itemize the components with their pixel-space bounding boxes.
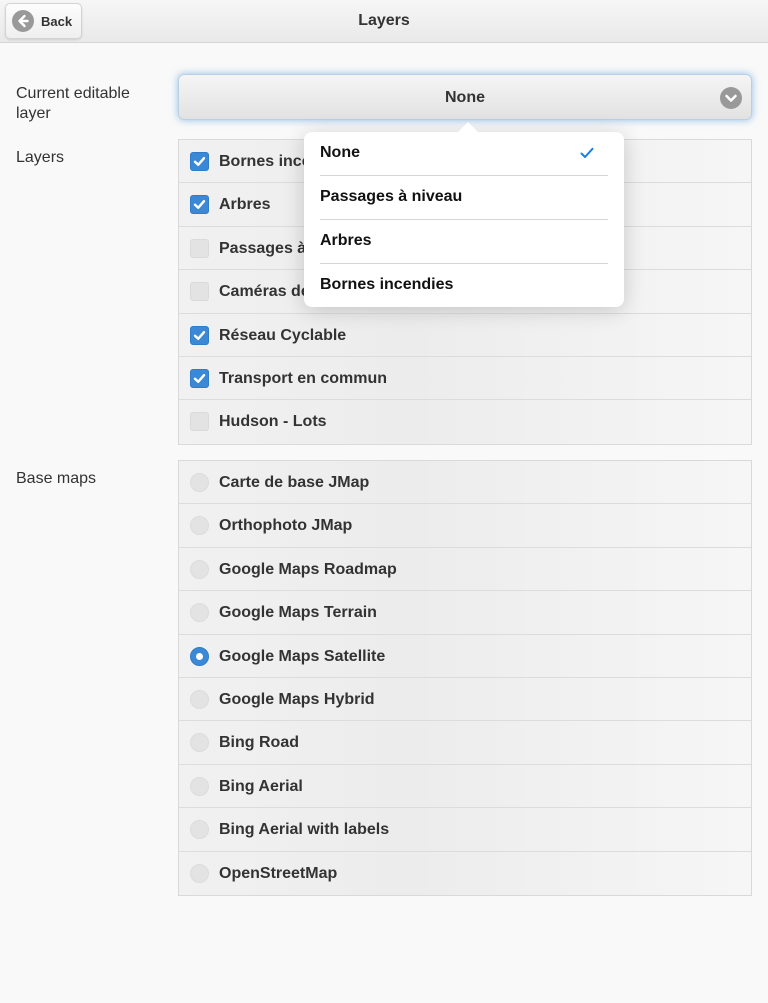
base-map-row[interactable]: Google Maps Roadmap	[179, 547, 751, 592]
select-option-label: Arbres	[320, 232, 372, 249]
base-map-label: Orthophoto JMap	[219, 517, 353, 535]
layer-label: Réseau Cyclable	[219, 326, 347, 344]
layer-label: Transport en commun	[219, 369, 388, 387]
base-map-label: Bing Aerial with labels	[219, 821, 390, 839]
layer-row[interactable]: Transport en commun	[179, 356, 751, 401]
select-option[interactable]: Arbres	[320, 220, 608, 264]
layer-checkbox[interactable]	[190, 282, 209, 302]
base-map-label: OpenStreetMap	[219, 864, 338, 882]
base-map-radio[interactable]	[190, 733, 209, 753]
base-map-label: Bing Road	[219, 734, 299, 752]
base-map-label: Google Maps Hybrid	[219, 690, 375, 708]
base-map-row[interactable]: Orthophoto JMap	[179, 504, 751, 548]
base-map-row[interactable]: Bing Road	[179, 721, 751, 765]
base-map-radio[interactable]	[190, 559, 209, 579]
base-map-label: Google Maps Satellite	[219, 647, 386, 665]
editable-layer-select[interactable]: None	[178, 74, 752, 120]
layer-checkbox[interactable]	[190, 368, 209, 388]
layer-label: Hudson - Lots	[219, 413, 327, 431]
current-editable-layer-label: Current editable layer	[16, 85, 130, 122]
base-map-radio[interactable]	[190, 516, 209, 536]
base-map-radio[interactable]	[190, 646, 209, 666]
layer-checkbox[interactable]	[190, 152, 209, 171]
header-bar: Back Layers	[0, 0, 768, 43]
base-map-row[interactable]: Carte de base JMap	[179, 461, 751, 505]
base-map-row[interactable]: Bing Aerial	[179, 764, 751, 809]
page-title: Layers	[358, 12, 410, 29]
layers-label: Layers	[16, 149, 65, 166]
base-map-label: Carte de base JMap	[219, 474, 370, 491]
chevron-down-icon	[720, 87, 742, 109]
layer-label: Arbres	[219, 196, 271, 214]
select-option-label: None	[320, 144, 360, 161]
layer-checkbox[interactable]	[190, 325, 209, 345]
select-option[interactable]: Passages à niveau	[320, 176, 608, 220]
editable-layer-select-value: None	[445, 89, 485, 106]
base-map-radio[interactable]	[190, 863, 209, 883]
select-option[interactable]: None	[320, 132, 608, 176]
base-map-row[interactable]: Google Maps Terrain	[179, 591, 751, 635]
select-option-label: Bornes incendies	[320, 276, 454, 293]
select-option-label: Passages à niveau	[320, 188, 463, 205]
base-map-label: Google Maps Terrain	[219, 604, 377, 622]
layer-row[interactable]: Hudson - Lots	[179, 400, 751, 444]
checkmark-icon	[580, 146, 594, 164]
base-map-label: Google Maps Roadmap	[219, 560, 397, 578]
base-map-row[interactable]: Google Maps Satellite	[179, 634, 751, 678]
layer-checkbox[interactable]	[190, 195, 209, 215]
base-maps-list: Carte de base JMap Orthophoto JMap Googl…	[178, 460, 752, 896]
layer-row[interactable]: Réseau Cyclable	[179, 313, 751, 357]
base-map-row[interactable]: Bing Aerial with labels	[179, 808, 751, 852]
base-map-radio[interactable]	[190, 689, 209, 709]
layer-checkbox[interactable]	[190, 412, 209, 432]
editable-layer-popover: None Passages à niveau Arbres Bornes inc…	[304, 122, 624, 308]
base-map-label: Bing Aerial	[219, 777, 303, 795]
base-map-row[interactable]: Google Maps Hybrid	[179, 677, 751, 722]
base-map-radio[interactable]	[190, 473, 209, 492]
base-map-radio[interactable]	[190, 820, 209, 840]
layer-checkbox[interactable]	[190, 238, 209, 258]
select-option[interactable]: Bornes incendies	[320, 264, 608, 308]
base-map-radio[interactable]	[190, 603, 209, 623]
base-maps-label: Base maps	[16, 470, 97, 487]
base-map-radio[interactable]	[190, 776, 209, 796]
base-map-row[interactable]: OpenStreetMap	[179, 851, 751, 895]
